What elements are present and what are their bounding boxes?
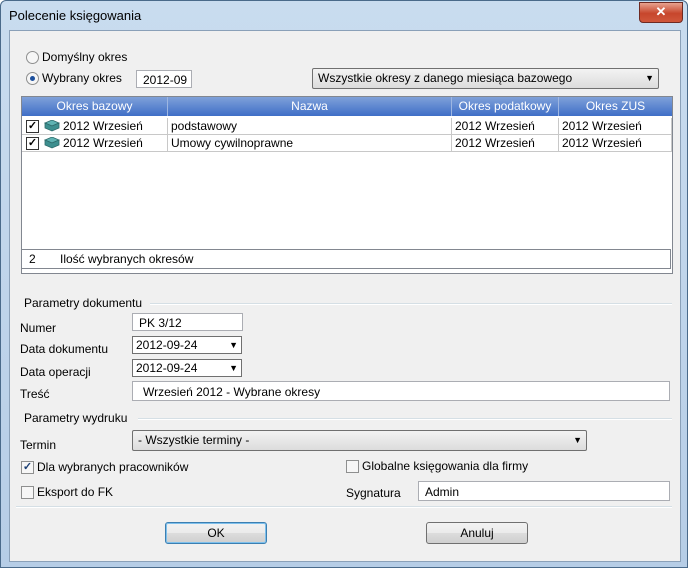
document-params-heading: Parametry dokumentu <box>24 296 143 310</box>
divider <box>150 303 672 305</box>
cell-zus: 2012 Wrzesień <box>559 118 672 135</box>
cell-name: Umowy cywilnoprawne <box>168 135 452 152</box>
table-row[interactable]: ✓ 2012 Wrzesień podstawowy 2012 Wrzesień… <box>22 118 672 135</box>
row-checkbox[interactable]: ✓ <box>26 137 39 150</box>
export-fk-checkbox[interactable] <box>21 486 34 499</box>
selected-employees-checkbox[interactable]: ✓ <box>21 461 34 474</box>
row-base-period: 2012 Wrzesień <box>63 136 143 150</box>
term-label: Termin <box>20 438 57 452</box>
book-icon <box>44 137 60 149</box>
export-fk-label[interactable]: Eksport do FK <box>37 485 113 499</box>
default-period-radio[interactable] <box>26 51 39 64</box>
period-scope-value: Wszystkie okresy z danego miesiąca bazow… <box>318 71 573 85</box>
column-header-zus[interactable]: Okres ZUS <box>559 97 672 116</box>
ok-button[interactable]: OK <box>165 522 267 544</box>
column-header-tax[interactable]: Okres podatkowy <box>452 97 559 116</box>
selected-count-label: Ilość wybranych okresów <box>60 252 194 266</box>
term-value: - Wszystkie terminy - <box>138 433 250 447</box>
chevron-down-icon: ▼ <box>229 363 238 373</box>
default-period-label[interactable]: Domyślny okres <box>42 50 127 64</box>
content-label: Treść <box>20 387 50 401</box>
term-dropdown[interactable]: - Wszystkie terminy - ▼ <box>132 430 587 451</box>
doc-date-picker[interactable]: 2012-09-24 ▼ <box>132 336 242 354</box>
global-postings-label[interactable]: Globalne księgowania dla firmy <box>362 459 528 473</box>
cell-tax: 2012 Wrzesień <box>452 135 559 152</box>
cell-tax: 2012 Wrzesień <box>452 118 559 135</box>
divider <box>16 506 672 508</box>
title-bar[interactable]: Polecenie księgowania ✕ <box>1 1 687 29</box>
divider <box>138 418 672 420</box>
selected-period-label[interactable]: Wybrany okres <box>42 71 122 85</box>
chevron-down-icon: ▼ <box>229 340 238 350</box>
row-checkbox[interactable]: ✓ <box>26 120 39 133</box>
cell-base: ✓ 2012 Wrzesień <box>22 135 168 152</box>
grid-footer: 2 Ilość wybranych okresów <box>21 249 671 269</box>
table-row[interactable]: ✓ 2012 Wrzesień Umowy cywilnoprawne 2012… <box>22 135 672 152</box>
signature-label: Sygnatura <box>346 486 401 500</box>
cell-name: podstawowy <box>168 118 452 135</box>
column-header-base[interactable]: Okres bazowy <box>22 97 168 116</box>
signature-field[interactable]: Admin <box>418 481 670 501</box>
window-title: Polecenie księgowania <box>9 8 142 23</box>
op-date-value: 2012-09-24 <box>136 361 198 375</box>
selected-employees-label[interactable]: Dla wybranych pracowników <box>37 460 188 474</box>
number-label: Numer <box>20 321 57 335</box>
column-header-name[interactable]: Nazwa <box>168 97 452 116</box>
book-icon <box>44 120 60 132</box>
selected-count: 2 <box>29 252 36 266</box>
dialog-window: Polecenie księgowania ✕ Domyślny okres W… <box>0 0 688 568</box>
period-scope-dropdown[interactable]: Wszystkie okresy z danego miesiąca bazow… <box>312 68 659 89</box>
global-postings-checkbox[interactable] <box>346 460 359 473</box>
grid-header: Okres bazowy Nazwa Okres podatkowy Okres… <box>22 97 672 116</box>
chevron-down-icon: ▼ <box>573 435 582 445</box>
op-date-picker[interactable]: 2012-09-24 ▼ <box>132 359 242 377</box>
print-params-heading: Parametry wydruku <box>24 411 128 425</box>
doc-date-value: 2012-09-24 <box>136 338 198 352</box>
periods-grid: Okres bazowy Nazwa Okres podatkowy Okres… <box>21 96 673 274</box>
doc-date-label: Data dokumentu <box>20 342 109 356</box>
content-field[interactable]: Wrzesień 2012 - Wybrane okresy <box>132 381 670 401</box>
cell-base: ✓ 2012 Wrzesień <box>22 118 168 135</box>
dialog-client-area: Domyślny okres Wybrany okres 2012-09 Wsz… <box>9 30 681 562</box>
period-field[interactable]: 2012-09 <box>136 70 192 88</box>
cell-zus: 2012 Wrzesień <box>559 135 672 152</box>
close-button[interactable]: ✕ <box>639 2 683 23</box>
row-base-period: 2012 Wrzesień <box>63 119 143 133</box>
chevron-down-icon: ▼ <box>645 73 654 83</box>
cancel-button[interactable]: Anuluj <box>426 522 528 544</box>
selected-period-radio[interactable] <box>26 72 39 85</box>
op-date-label: Data operacji <box>20 365 91 379</box>
number-field[interactable]: PK 3/12 <box>132 313 243 331</box>
